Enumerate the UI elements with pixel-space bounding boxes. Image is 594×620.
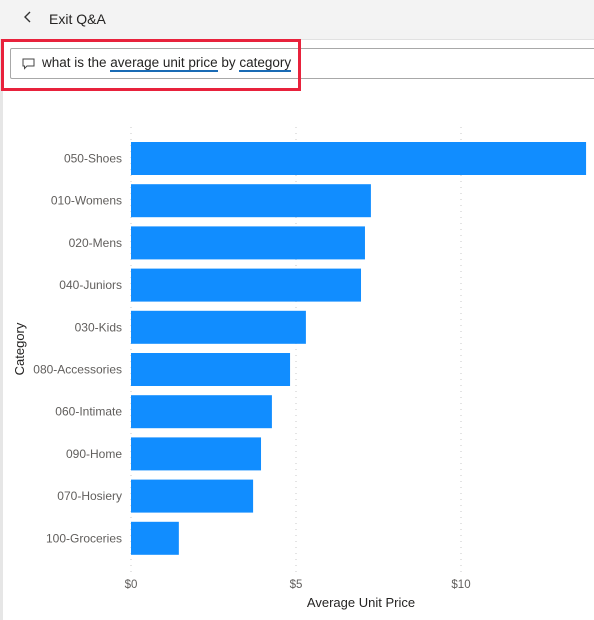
x-axis-title: Average Unit Price: [307, 595, 415, 610]
x-tick-label: $0: [125, 579, 138, 591]
category-label: 100-Groceries: [46, 531, 122, 545]
bar[interactable]: [131, 142, 587, 175]
x-tick-label: $10: [451, 579, 470, 591]
bar[interactable]: [131, 479, 254, 513]
qa-query-text[interactable]: what is the average unit price by catego…: [42, 55, 292, 72]
bar[interactable]: [131, 310, 306, 344]
bar[interactable]: [131, 353, 291, 386]
bar[interactable]: [131, 395, 272, 429]
query-term[interactable]: average unit price: [110, 55, 218, 72]
category-label: 040-Juniors: [59, 278, 122, 292]
speech-bubble-icon: [22, 57, 35, 70]
category-label: 070-Hosiery: [57, 489, 122, 503]
bar-chart: $0 $5 $10 050-Shoes 010-Womens 020-Mens 040-Ju…: [12, 127, 587, 610]
bar[interactable]: [131, 521, 179, 555]
bar[interactable]: [131, 437, 262, 471]
category-label: 020-Mens: [69, 236, 122, 250]
y-axis-title: Category: [12, 322, 27, 375]
x-tick-label: $5: [290, 579, 303, 591]
bar[interactable]: [131, 184, 371, 218]
category-label: 010-Womens: [51, 194, 122, 208]
category-label: 050-Shoes: [64, 152, 122, 166]
category-label: 060-Intimate: [55, 405, 122, 419]
bar[interactable]: [131, 226, 365, 260]
query-text: what is the: [42, 55, 111, 70]
category-label: 080-Accessories: [33, 363, 122, 377]
query-term[interactable]: category: [239, 55, 292, 72]
exit-qa-button[interactable]: Exit Q&A: [49, 11, 106, 27]
query-text: by: [217, 55, 240, 70]
category-label: 030-Kids: [75, 320, 122, 334]
chevron-left-icon[interactable]: [22, 9, 34, 30]
category-label: 090-Home: [66, 447, 122, 461]
bar[interactable]: [131, 268, 362, 302]
